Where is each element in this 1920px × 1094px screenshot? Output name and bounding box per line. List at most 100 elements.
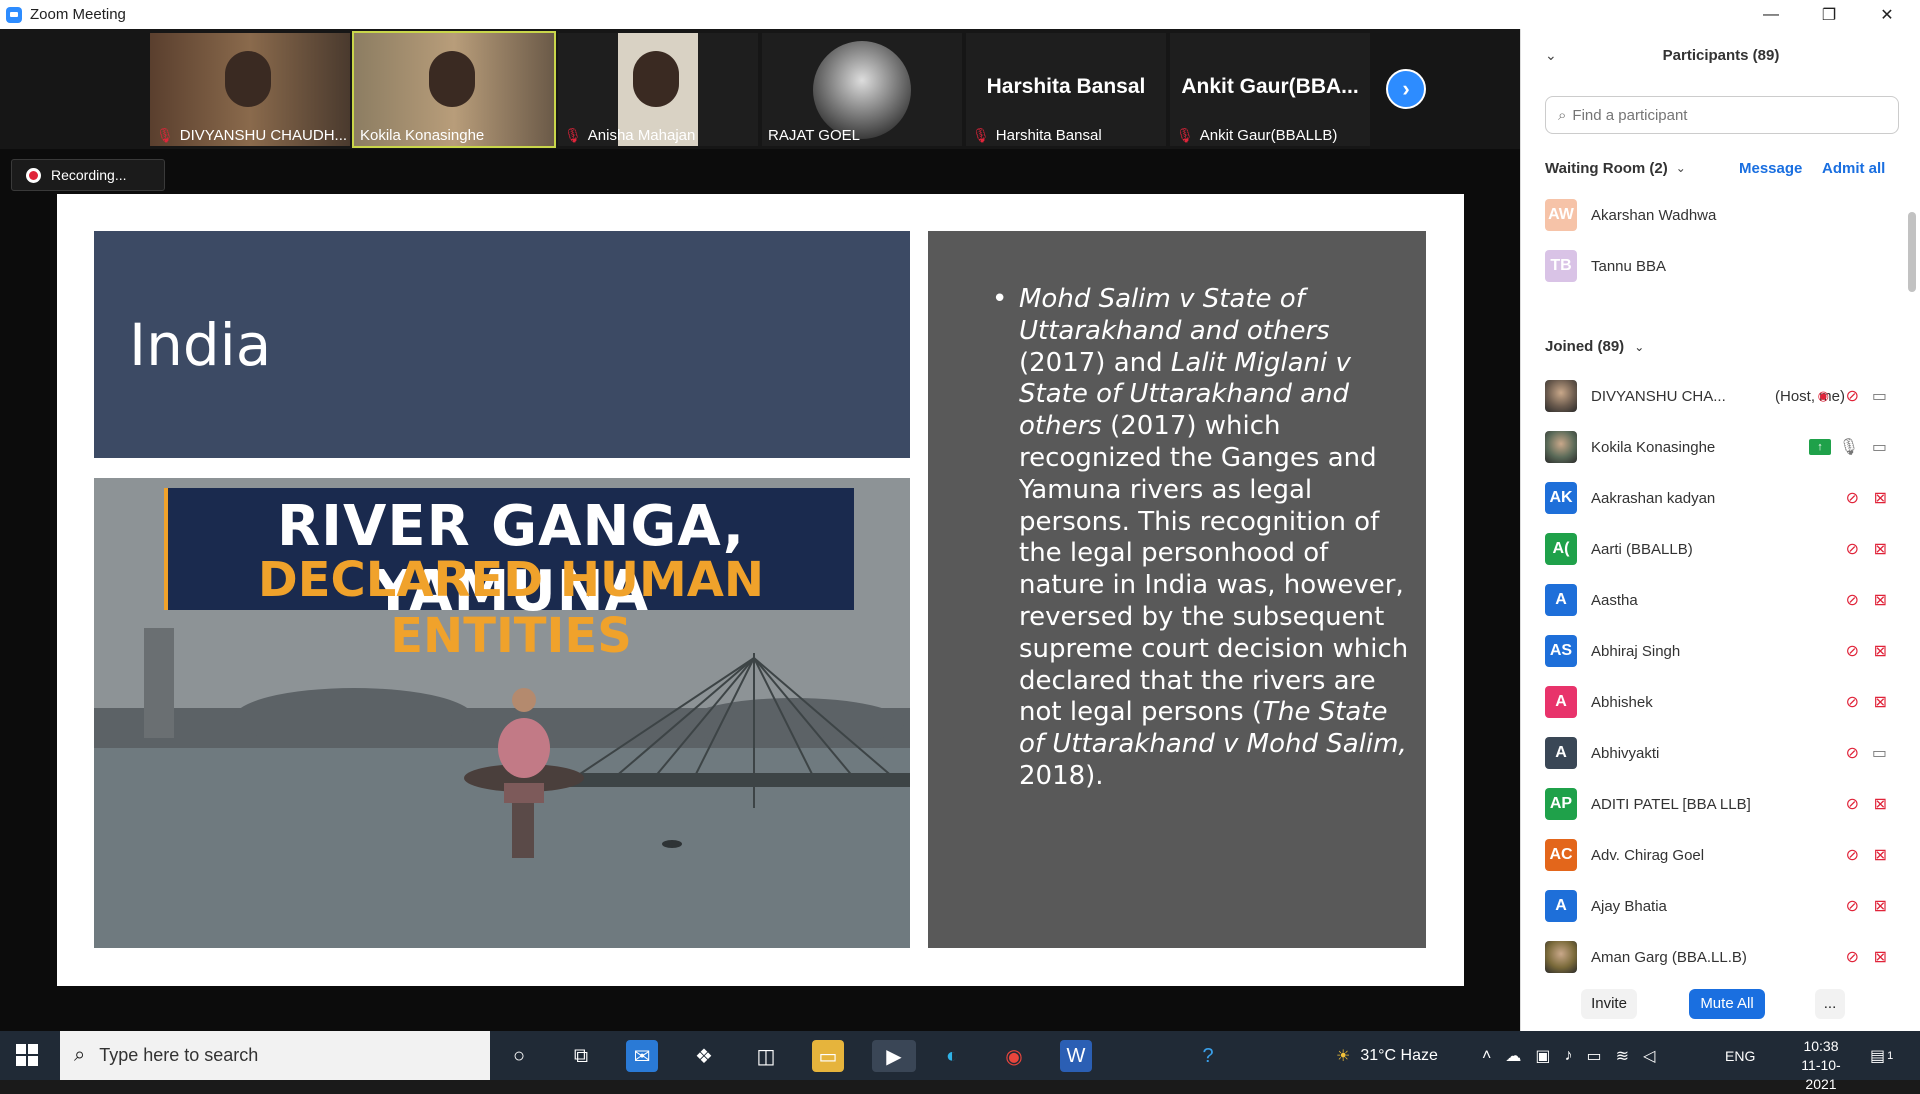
mic-muted-icon: 🎙 [1176,127,1194,143]
clock[interactable]: 10:38 11-10-2021 [1786,1037,1856,1094]
screen-share-icon: ↑ [1809,439,1831,455]
mic-muted-icon[interactable]: ⊘ [1846,845,1859,865]
recording-indicator[interactable]: Recording... [11,159,165,191]
video-off-icon[interactable]: ⊠ [1874,692,1887,712]
video-off-icon[interactable]: ⊠ [1874,488,1887,508]
language-indicator[interactable]: ENG [1725,1031,1755,1080]
participant-name: Kokila Konasinghe [360,127,485,144]
video-off-icon[interactable]: ⊠ [1874,845,1887,865]
video-thumbnail[interactable]: 🎙 DIVYANSHU CHAUDH... [150,33,350,146]
participant-row[interactable]: AC Adv. Chirag Goel ⊘ ⊠ [1545,838,1899,872]
weather-widget[interactable]: ☀ 31°C Haze [1336,1031,1438,1080]
participant-row[interactable]: A(Aarti (BBALLB) ⊘ ⊠ [1545,532,1899,566]
video-off-icon[interactable]: ⊠ [1874,896,1887,916]
video-thumbnail[interactable]: RAJAT GOEL [762,33,962,146]
participant-figure [633,51,679,107]
device-icon[interactable]: ▣ [1535,1046,1550,1066]
help-icon[interactable]: ? [1192,1040,1224,1072]
video-off-icon[interactable]: ⊠ [1874,641,1887,661]
mic-muted-icon[interactable]: ⊘ [1846,947,1859,967]
close-button[interactable]: ✕ [1858,0,1916,29]
participants-footer: Invite Mute All ... [1521,976,1920,1031]
participant-row[interactable]: A Aastha ⊘ ⊠ [1545,583,1899,617]
participant-row[interactable]: AK Aakrashan kadyan ⊘ ⊠ [1545,481,1899,515]
file-explorer-icon[interactable]: ▭ [812,1040,844,1072]
video-icon[interactable]: ▭ [1872,437,1887,457]
chevron-up-icon[interactable]: ˄ [1482,1047,1491,1065]
video-icon[interactable]: ▭ [1872,743,1887,763]
next-page-arrow-button[interactable]: › [1386,69,1426,109]
admit-all-button[interactable]: Admit all [1822,160,1885,177]
waiting-room-label[interactable]: Waiting Room (2) [1545,160,1668,177]
cortana-icon[interactable]: ○ [503,1040,535,1072]
waiting-participant-row[interactable]: AW Akarshan Wadhwa [1545,198,1899,232]
battery-icon[interactable]: ▭ [1586,1046,1601,1066]
participant-row[interactable]: A Ajay Bhatia ⊘ ⊠ [1545,889,1899,923]
video-off-icon[interactable]: ⊠ [1874,590,1887,610]
participant-row[interactable]: Kokila Konasinghe ↑ 🎙 ▭ [1545,430,1899,464]
joined-label: Joined (89) [1545,338,1625,355]
chrome-icon[interactable]: ◉ [998,1040,1030,1072]
chevron-down-icon[interactable]: ⌄ [1676,161,1686,175]
participant-row[interactable]: A Abhishek ⊘ ⊠ [1545,685,1899,719]
mic-muted-icon[interactable]: ⊘ [1846,896,1859,916]
zoom-app-icon [6,6,22,23]
mic-muted-icon[interactable]: ⊘ [1846,794,1859,814]
participant-name-label: 🎙 DIVYANSHU CHAUDH... [156,127,347,144]
mic-muted-icon[interactable]: ⊘ [1846,692,1859,712]
more-options-button[interactable]: ... [1815,988,1845,1019]
system-tray[interactable]: ˄ ☁ ▣ ♪ ▭ ≋ ◁ [1482,1031,1655,1080]
office-icon[interactable]: ◫ [750,1040,782,1072]
participant-row[interactable]: AS Abhiraj Singh ⊘ ⊠ [1545,634,1899,668]
video-off-icon[interactable]: ⊠ [1874,539,1887,559]
participant-row[interactable]: A Abhivyakti ⊘ ▭ [1545,736,1899,770]
mic-muted-icon[interactable]: ⊘ [1846,590,1859,610]
task-view-icon[interactable]: ⧉ [565,1040,597,1072]
participant-name: Tannu BBA [1591,257,1667,275]
wifi-icon[interactable]: ≋ [1616,1046,1629,1066]
video-thumbnail[interactable]: Ankit Gaur(BBA... 🎙 Ankit Gaur(BBALLB) [1170,33,1370,146]
video-thumbnail[interactable]: Harshita Bansal 🎙 Harshita Bansal [966,33,1166,146]
shared-slide: India RIVER GANGA, YAMUNA DECLARED HUMAN… [57,194,1464,986]
video-thumbnail[interactable]: Kokila Konasinghe [352,31,556,148]
mail-icon[interactable]: ✉ [626,1040,658,1072]
participant-row[interactable]: AP ADITI PATEL [BBA LLB] ⊘ ⊠ [1545,787,1899,821]
participants-scrollbar[interactable] [1908,212,1916,292]
microphone-icon[interactable]: 🎙 [1839,437,1859,457]
participant-search[interactable]: ⌕ [1545,96,1899,134]
invite-button[interactable]: Invite [1581,988,1637,1019]
video-thumbnail[interactable]: 🎙 Anisha Mahajan [558,33,758,146]
volume-icon[interactable]: ◁ [1643,1046,1655,1066]
microphone-icon[interactable]: ♪ [1564,1047,1572,1065]
participant-search-input[interactable] [1572,106,1873,124]
participant-figure [225,51,271,107]
participant-row[interactable]: DIVYANSHU CHA... (Host, me) ◉ ⊘ ▭ [1545,379,1899,413]
restore-button[interactable]: ❐ [1800,0,1858,29]
mic-muted-icon[interactable]: ⊘ [1846,488,1859,508]
waiting-room-header: Waiting Room (2) ⌄ Message Admit all [1545,156,1899,180]
taskbar-search[interactable]: ⌕ Type here to search [60,1031,490,1080]
word-icon[interactable]: W [1060,1040,1092,1072]
notifications-icon[interactable]: ▤ 1 [1870,1031,1893,1080]
mic-muted-icon[interactable]: ⊘ [1846,539,1859,559]
avatar: A [1545,737,1577,769]
cloud-icon[interactable]: ☁ [1505,1046,1521,1066]
video-off-icon[interactable]: ⊠ [1874,794,1887,814]
mic-muted-icon[interactable]: ⊘ [1846,641,1859,661]
slide-title-box: India [94,231,910,458]
slide-text-run: Mohd Salim v State of Uttarakhand and ot… [1019,284,1330,346]
windows-start-icon[interactable] [16,1044,38,1066]
waiting-participant-row[interactable]: TB Tannu BBA [1545,249,1899,283]
video-icon[interactable]: ▭ [1872,386,1887,406]
joined-header[interactable]: Joined (89) ⌄ [1545,338,1644,355]
message-waiting-room-button[interactable]: Message [1739,160,1802,177]
minimize-button[interactable]: — [1742,0,1800,29]
video-off-icon[interactable]: ⊠ [1874,947,1887,967]
zoom-taskbar-icon[interactable]: ▶ [872,1040,916,1072]
mic-muted-icon[interactable]: ⊘ [1846,386,1859,406]
mute-all-button[interactable]: Mute All [1689,988,1765,1019]
participant-row[interactable]: Aman Garg (BBA.LL.B) ⊘ ⊠ [1545,940,1899,974]
edge-icon[interactable]: ◐ [936,1040,968,1072]
mic-muted-icon[interactable]: ⊘ [1846,743,1859,763]
dropbox-icon[interactable]: ❖ [688,1040,720,1072]
